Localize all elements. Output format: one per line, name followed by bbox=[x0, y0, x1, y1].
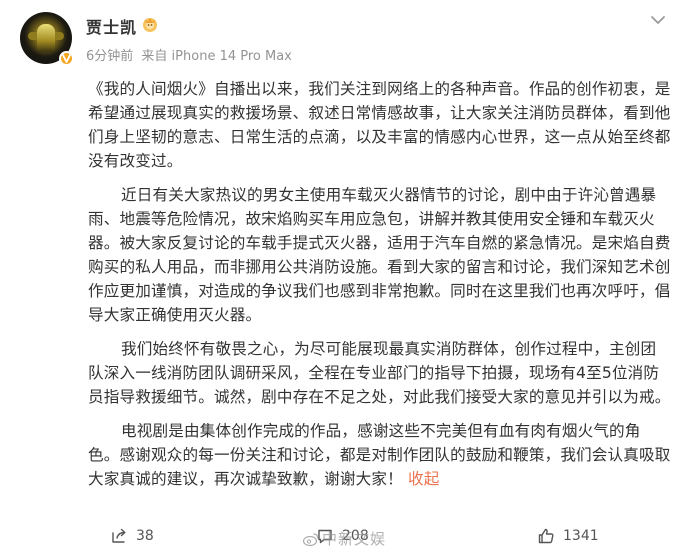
thumbs-up-icon bbox=[538, 528, 554, 544]
chevron-down-icon[interactable] bbox=[650, 11, 666, 24]
paragraph: 电视剧是由集体创作完成的作品，感谢这些不完美但有血有肉有烟火气的角色。感谢观众的… bbox=[88, 419, 672, 491]
author-name[interactable]: 贾士凯 bbox=[86, 14, 137, 38]
weibo-logo-icon bbox=[303, 532, 319, 546]
fan-badge-icon[interactable] bbox=[141, 15, 159, 33]
post-time: 6分钟前 bbox=[86, 49, 134, 64]
watermark: 中新文娱 bbox=[303, 528, 386, 549]
share-button[interactable]: 38 bbox=[110, 526, 154, 546]
share-icon bbox=[112, 528, 126, 543]
post-meta: 6分钟前 来自 iPhone 14 Pro Max bbox=[86, 45, 296, 64]
share-count: 38 bbox=[136, 528, 154, 544]
verified-icon bbox=[59, 51, 74, 66]
paragraph: 《我的人间烟火》自播出以来，我们关注到网络上的各种声音。作品的创作初衷，是希望通… bbox=[88, 80, 671, 170]
post-content: 《我的人间烟火》自播出以来，我们关注到网络上的各种声音。作品的创作初衷，是希望通… bbox=[88, 77, 672, 491]
collapse-link[interactable]: 收起 bbox=[408, 470, 440, 488]
paragraph: 我们始终怀有敬畏之心，为尽可能展现最真实消防群体，创作过程中，主创团队深入一线消… bbox=[88, 340, 671, 406]
watermark-text: 中新文娱 bbox=[322, 530, 387, 548]
paragraph-text: 电视剧是由集体创作完成的作品，感谢这些不完美但有血有肉有烟火气的角色。感谢观众的… bbox=[88, 422, 671, 488]
like-count: 1341 bbox=[563, 528, 599, 544]
weibo-post: 贾士凯 6分钟前 来自 iPhone 14 Pro Max 《我的人间烟火》自播… bbox=[0, 0, 690, 557]
author-avatar[interactable] bbox=[20, 12, 74, 66]
like-button[interactable]: 1341 bbox=[537, 526, 599, 546]
post-source[interactable]: 来自 iPhone 14 Pro Max bbox=[141, 49, 291, 64]
paragraph: 近日有关大家热议的男女主使用车载灭火器情节的讨论，剧中由于许沁曾遇暴雨、地震等危… bbox=[88, 186, 671, 324]
